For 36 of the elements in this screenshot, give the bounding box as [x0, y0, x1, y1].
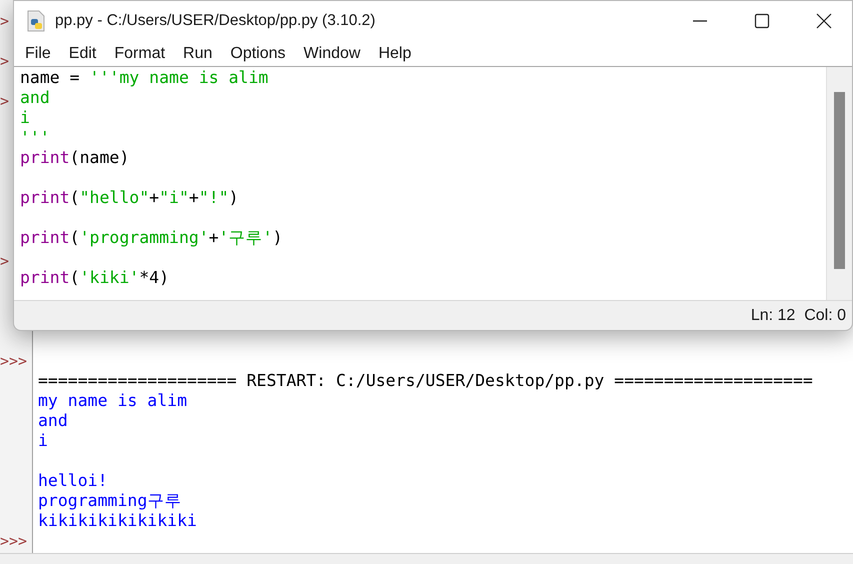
menu-item[interactable]: Options [230, 42, 286, 66]
shell-prompt: > [0, 252, 10, 270]
shell-prompt: >>> [0, 352, 28, 370]
shell-prompt: > [0, 12, 10, 30]
code-line: i [20, 108, 30, 127]
restart-line: ==================== RESTART: C:/Users/USER/Desktop/pp.py ==================== [38, 371, 813, 390]
menu-item[interactable]: Window [304, 42, 360, 66]
menu-item[interactable]: Help [378, 42, 412, 66]
menu-item[interactable]: Edit [68, 42, 96, 66]
output-line: kikikikikikikiki [38, 511, 197, 530]
code-line: print('programming'+'구루') [20, 228, 282, 247]
output-line: i [38, 431, 48, 450]
shell-prompt: > [0, 52, 10, 70]
shell-prompt: > [0, 92, 10, 110]
cursor-position: Ln: 12 Col: 0 [750, 306, 846, 326]
code-line: print('kiki'*4) [20, 268, 170, 287]
output-line: programming구루 [38, 491, 182, 510]
shell-prompt: >>> [0, 532, 28, 550]
code-line: name = '''my name is alim [20, 68, 268, 87]
maximize-button[interactable] [754, 13, 770, 29]
output-line: and [38, 411, 68, 430]
menu-item[interactable]: File [25, 42, 51, 66]
scrollbar[interactable] [826, 67, 852, 300]
window-title: pp.py - C:/Users/USER/Desktop/pp.py (3.10.2) [55, 11, 376, 32]
close-button[interactable] [816, 13, 832, 29]
scrollbar-thumb[interactable] [834, 92, 845, 269]
code-editor[interactable]: name = '''my name is alim and i ''' print(name) print("hello"+"i"+"!") print('programming'+'구루') print('kiki'*4) [14, 67, 826, 300]
menu-item[interactable]: Run [183, 42, 212, 66]
output-line: helloi! [38, 471, 108, 490]
code-line: ''' [20, 128, 50, 147]
code-line: and [20, 88, 50, 107]
code-line: print(name) [20, 148, 130, 167]
menu-item[interactable]: Format [114, 42, 166, 66]
python-file-icon [26, 10, 46, 32]
code-line: print("hello"+"i"+"!") [20, 188, 239, 207]
output-line: my name is alim [38, 391, 188, 410]
